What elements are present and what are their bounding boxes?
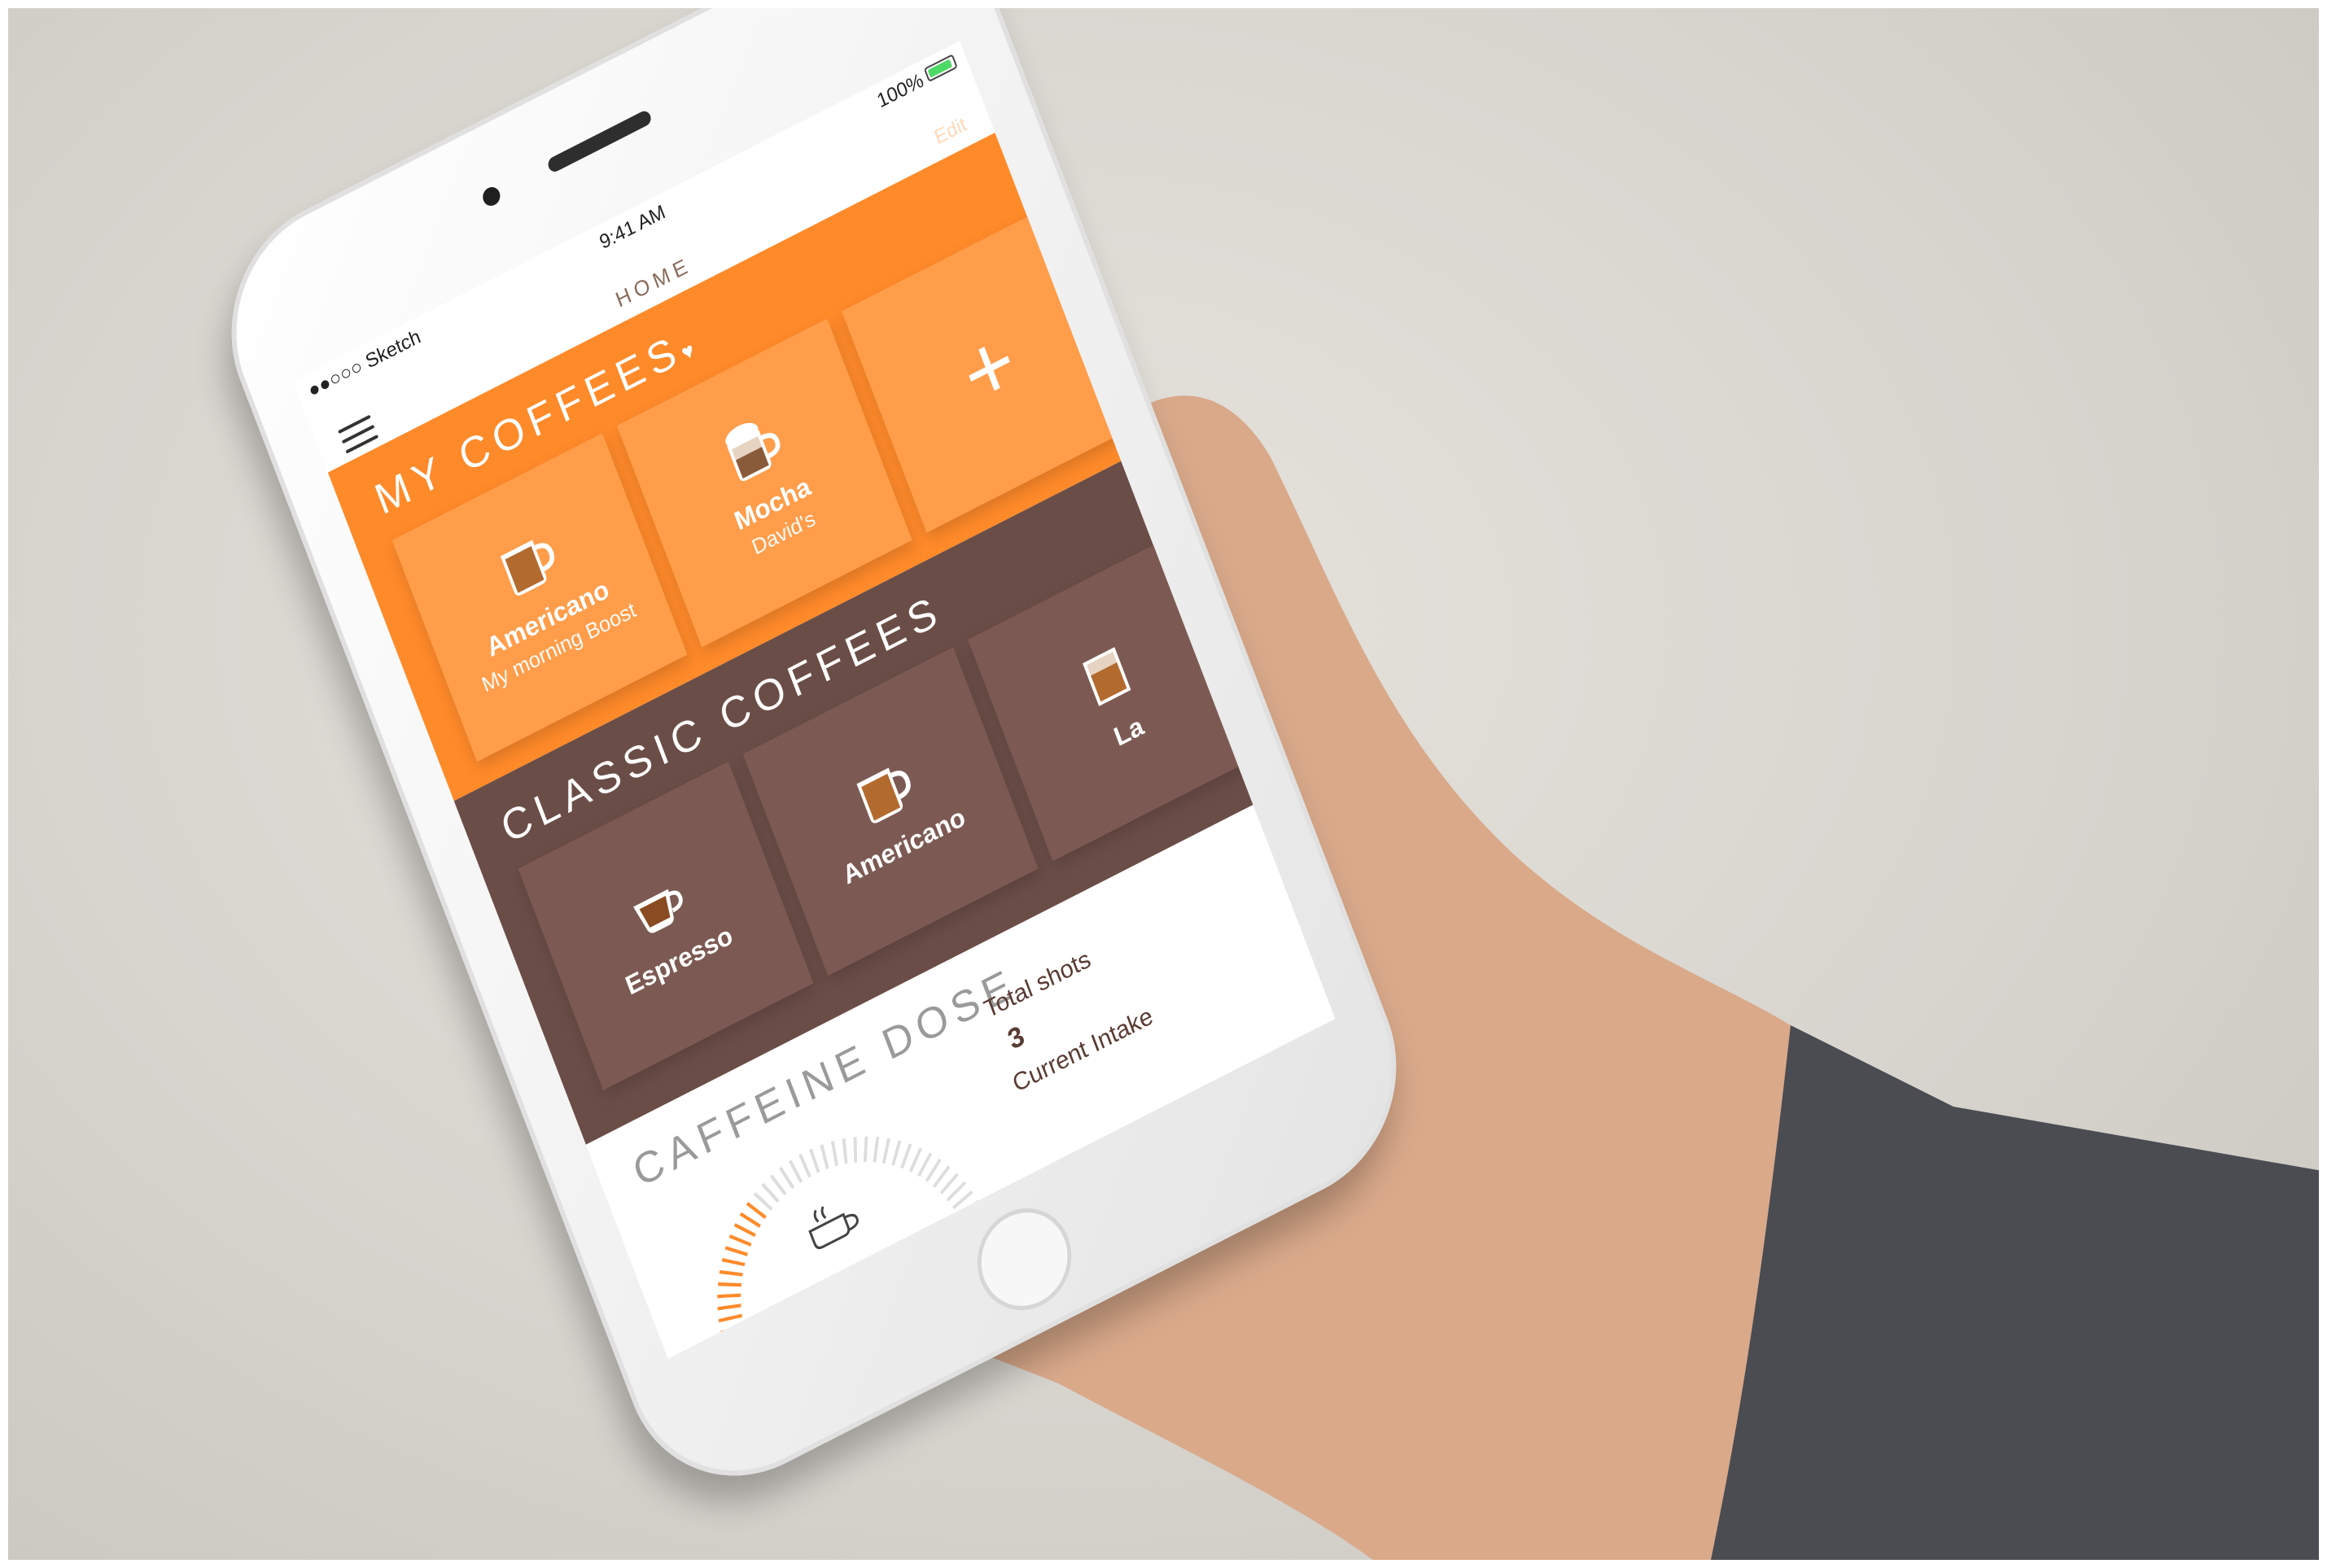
gauge-tick	[842, 1138, 848, 1164]
card-title: La	[1109, 710, 1148, 752]
mocha-cup-icon	[725, 422, 781, 482]
gauge-tick	[717, 1282, 742, 1287]
gauge-tick	[873, 1136, 880, 1163]
gauge-tick	[863, 1136, 868, 1162]
gauge-tick	[717, 1304, 741, 1311]
coffee-glass-icon	[1082, 646, 1131, 706]
coffee-mug-icon	[856, 767, 911, 823]
gauge-tick	[798, 1153, 811, 1178]
coffee-mug-icon	[500, 539, 555, 596]
card-title: Americano	[838, 801, 969, 890]
gauge-tick	[830, 1140, 838, 1167]
gauge-tick	[788, 1160, 803, 1183]
caffeine-stats: Total shots 3 Current Intake	[981, 928, 1157, 1098]
espresso-cup-icon	[632, 889, 683, 933]
gauge-tick	[809, 1148, 820, 1173]
gauge-tick	[779, 1166, 795, 1190]
gauge-tick	[853, 1137, 858, 1163]
plus-icon: +	[947, 309, 1031, 427]
gauge-tick	[719, 1269, 743, 1277]
gauge-tick	[820, 1144, 829, 1169]
gauge-tick	[717, 1293, 741, 1299]
